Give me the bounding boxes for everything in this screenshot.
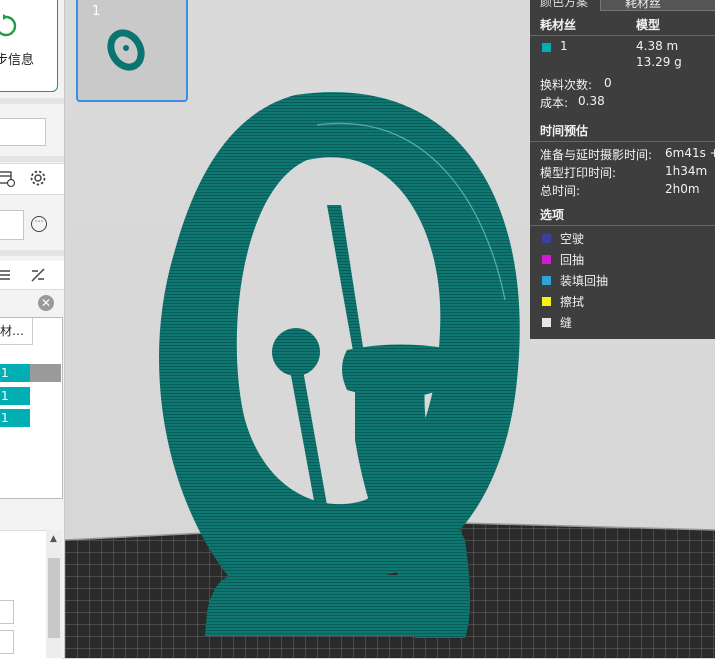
divider [0, 250, 64, 256]
chevron-down-icon: ﹀ [609, 0, 619, 6]
filament-length: 4.38 m [636, 39, 679, 53]
cost-label: 成本: [540, 96, 569, 110]
print-time-label: 模型打印时间: [540, 166, 617, 180]
plate-thumbnail[interactable]: 1 [76, 0, 188, 102]
setting-field[interactable] [0, 118, 46, 146]
list-icon[interactable] [0, 267, 14, 283]
sync-icon [0, 14, 17, 37]
option-retraction[interactable]: 回抽 [560, 251, 584, 268]
travel-swatch[interactable] [542, 234, 551, 243]
divider [530, 141, 715, 142]
setting-field[interactable] [0, 600, 14, 624]
filament-id: 1 [560, 39, 568, 53]
filament-column-header: 耗材丝 [540, 18, 577, 32]
divider [530, 225, 715, 226]
options-title: 选项 [540, 208, 565, 222]
color-scheme-dropdown[interactable]: ﹀ 耗材丝 [600, 0, 715, 11]
scrollbar-thumb[interactable] [48, 558, 60, 638]
filament-column-header[interactable]: 材… [0, 318, 33, 345]
cost-value: 0.38 [578, 94, 605, 108]
scroll-up-icon[interactable]: ▲ [50, 534, 57, 544]
more-icon[interactable]: ⋯ [31, 216, 47, 232]
table-row-filament[interactable]: 1 [0, 409, 30, 427]
setting-field[interactable] [0, 630, 14, 654]
sync-info-button[interactable]: 步信息 [0, 0, 58, 92]
plate-number: 1 [92, 4, 101, 19]
divider [0, 98, 64, 104]
option-deretraction[interactable]: 装填回抽 [560, 272, 608, 289]
model-preview-icon [107, 29, 145, 71]
color-scheme-label: 颜色方案 [540, 0, 589, 9]
filament-swatch [542, 43, 551, 52]
seam-swatch[interactable] [542, 318, 551, 327]
settings-toolbar [0, 163, 64, 195]
deretraction-swatch[interactable] [542, 276, 551, 285]
calendar-settings-icon[interactable] [0, 170, 16, 188]
filament-weight: 13.29 g [636, 55, 682, 69]
total-time-label: 总时间: [540, 184, 581, 198]
total-time-value: 2h0m [665, 182, 700, 196]
divider [0, 156, 64, 162]
setting-field[interactable] [0, 210, 24, 240]
model-column-header: 模型 [636, 18, 661, 32]
object-toolbar [0, 261, 64, 290]
clear-icon[interactable]: ✕ [38, 295, 54, 311]
legend-panel: 颜色方案 ﹀ 耗材丝 耗材丝 模型 1 4.38 m 13.29 g 换料次数:… [530, 0, 715, 339]
color-scheme-row: 颜色方案 ﹀ 耗材丝 [530, 0, 715, 11]
swap-count-value: 0 [604, 76, 612, 90]
gear-icon[interactable] [29, 169, 47, 187]
option-wipe[interactable]: 擦拭 [560, 293, 584, 310]
option-seam[interactable]: 缝 [560, 314, 572, 331]
scrollbar[interactable]: ▲ [46, 530, 62, 658]
prep-time-value: 6m41s + [665, 146, 715, 160]
wipe-swatch[interactable] [542, 297, 551, 306]
sync-info-label: 步信息 [0, 53, 35, 68]
split-icon[interactable] [29, 266, 47, 284]
swap-count-label: 换料次数: [540, 78, 593, 92]
object-table: 材… 1 1 1 [0, 317, 63, 499]
print-time-value: 1h34m [665, 164, 708, 178]
left-panel: 步信息 ⋯ ✕ 材… 1 1 1 ▲ [0, 0, 65, 659]
divider [530, 35, 715, 36]
table-row-filament[interactable]: 1 [0, 387, 30, 405]
retraction-swatch[interactable] [542, 255, 551, 264]
time-estimate-title: 时间预估 [540, 124, 589, 138]
prep-time-label: 准备与延时摄影时间: [540, 148, 653, 162]
table-row-filament[interactable]: 1 [0, 364, 30, 382]
option-travel[interactable]: 空驶 [560, 230, 584, 247]
color-scheme-value: 耗材丝 [625, 0, 662, 10]
selected-row-highlight [29, 364, 61, 382]
